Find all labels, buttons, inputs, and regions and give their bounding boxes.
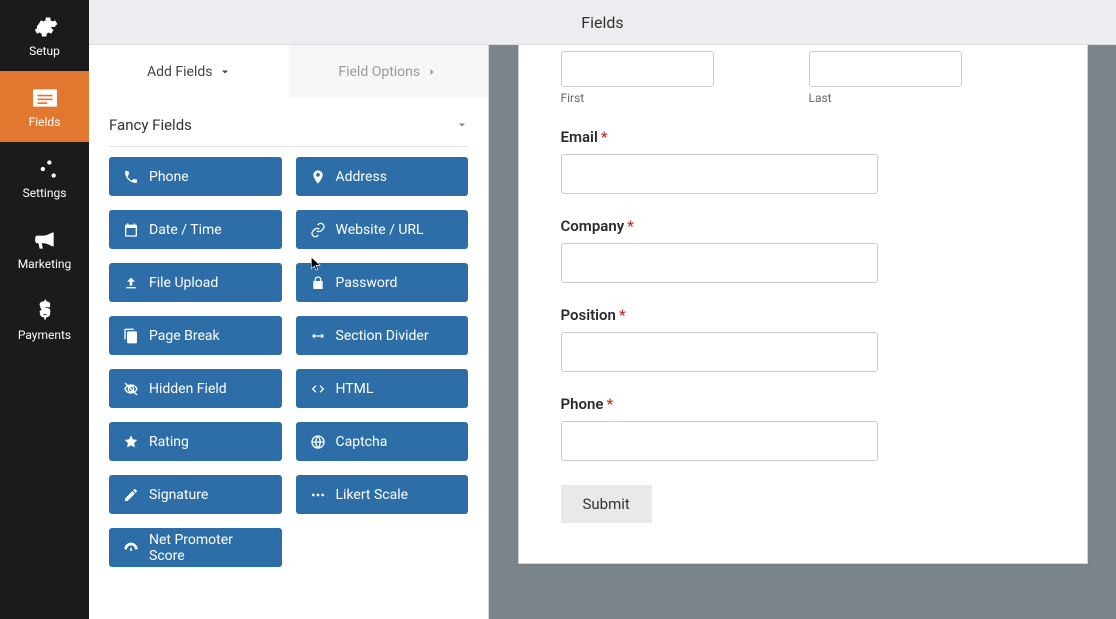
field-label: Company* <box>561 217 634 235</box>
calendar-icon <box>123 222 139 238</box>
nav-label: Fields <box>29 115 61 129</box>
sliders-icon <box>32 156 58 182</box>
section-fancy-fields[interactable]: Fancy Fields <box>109 98 468 147</box>
svg-text:$: $ <box>38 298 50 323</box>
field-label: Hidden Field <box>149 381 227 397</box>
field-label: HTML <box>336 381 374 397</box>
field-signature[interactable]: Signature <box>109 475 282 514</box>
field-file-upload[interactable]: File Upload <box>109 263 282 302</box>
field-label: Email* <box>561 128 608 146</box>
field-html[interactable]: HTML <box>296 369 469 408</box>
submit-button[interactable]: Submit <box>561 485 652 523</box>
field-label: Likert Scale <box>336 487 409 503</box>
field-label: Date / Time <box>149 222 222 238</box>
dots-icon <box>310 487 326 503</box>
field-rating[interactable]: Rating <box>109 422 282 461</box>
nav-label: Marketing <box>18 257 72 271</box>
gear-icon <box>32 14 58 40</box>
field-likert-scale[interactable]: Likert Scale <box>296 475 469 514</box>
field-website-url[interactable]: Website / URL <box>296 210 469 249</box>
nav-item-marketing[interactable]: Marketing <box>0 213 89 284</box>
field-phone[interactable]: Phone <box>109 157 282 196</box>
lock-icon <box>310 275 326 291</box>
nav-item-setup[interactable]: Setup <box>0 0 89 71</box>
star-icon <box>123 434 139 450</box>
position-input[interactable] <box>561 332 878 372</box>
field-net-promoter-score[interactable]: Net Promoter Score <box>109 528 282 567</box>
field-date-time[interactable]: Date / Time <box>109 210 282 249</box>
link-icon <box>310 222 326 238</box>
field-label: File Upload <box>149 275 218 291</box>
map-pin-icon <box>310 169 326 185</box>
field-label: Position* <box>561 306 626 324</box>
globe-icon <box>310 434 326 450</box>
form-field-phone[interactable]: Phone* <box>561 394 1045 461</box>
field-label: Net Promoter Score <box>149 532 268 564</box>
chevron-down-icon <box>456 119 468 131</box>
chevron-down-icon <box>219 66 231 78</box>
email-input[interactable] <box>561 154 878 194</box>
fields-icon <box>32 85 58 111</box>
field-label: Captcha <box>336 434 388 450</box>
form-field-position[interactable]: Position* <box>561 305 1045 372</box>
field-captcha[interactable]: Captcha <box>296 422 469 461</box>
page-title-bar: Fields <box>89 0 1116 45</box>
preview-canvas: First Last Email* Company* <box>489 45 1116 619</box>
field-grid: Phone Address Date / Time Website / <box>109 157 468 567</box>
page-title: Fields <box>581 13 623 32</box>
phone-icon <box>123 169 139 185</box>
gauge-icon <box>123 540 139 556</box>
name-row: First Last <box>561 51 1045 105</box>
code-icon <box>310 381 326 397</box>
phone-input[interactable] <box>561 421 878 461</box>
bullhorn-icon <box>32 227 58 253</box>
nav-label: Settings <box>23 186 67 200</box>
field-label: Website / URL <box>336 222 424 238</box>
nav-item-settings[interactable]: Settings <box>0 142 89 213</box>
field-section-divider[interactable]: Section Divider <box>296 316 469 355</box>
field-label: Password <box>336 275 398 291</box>
field-page-break[interactable]: Page Break <box>109 316 282 355</box>
tab-label: Add Fields <box>147 64 213 80</box>
field-label: Rating <box>149 434 189 450</box>
tab-add-fields[interactable]: Add Fields <box>89 45 289 98</box>
sidebar-nav: Setup Fields Settings Marketing $ Paymen… <box>0 0 89 619</box>
section-title: Fancy Fields <box>109 116 192 134</box>
tab-label: Field Options <box>338 64 420 80</box>
field-hidden-field[interactable]: Hidden Field <box>109 369 282 408</box>
copy-icon <box>123 328 139 344</box>
arrows-h-icon <box>310 328 326 344</box>
field-label: Address <box>336 169 387 185</box>
field-label: Phone* <box>561 395 614 413</box>
last-name-input[interactable] <box>809 51 962 87</box>
dollar-icon: $ <box>32 298 58 324</box>
field-label: Page Break <box>149 328 220 344</box>
chevron-right-icon <box>426 66 438 78</box>
first-sublabel: First <box>561 91 797 105</box>
company-input[interactable] <box>561 243 878 283</box>
nav-label: Payments <box>18 328 71 342</box>
upload-icon <box>123 275 139 291</box>
form-preview[interactable]: First Last Email* Company* <box>518 45 1088 564</box>
form-field-email[interactable]: Email* <box>561 127 1045 194</box>
field-address[interactable]: Address <box>296 157 469 196</box>
field-password[interactable]: Password <box>296 263 469 302</box>
tab-field-options[interactable]: Field Options <box>289 45 489 98</box>
fields-panel: Add Fields Field Options Fancy Fields <box>89 45 489 619</box>
field-label: Phone <box>149 169 189 185</box>
first-name-input[interactable] <box>561 51 714 87</box>
field-label: Section Divider <box>336 328 429 344</box>
field-label: Signature <box>149 487 208 503</box>
nav-item-payments[interactable]: $ Payments <box>0 284 89 355</box>
last-sublabel: Last <box>809 91 1045 105</box>
nav-item-fields[interactable]: Fields <box>0 71 89 142</box>
form-field-company[interactable]: Company* <box>561 216 1045 283</box>
pencil-icon <box>123 487 139 503</box>
nav-label: Setup <box>29 44 60 58</box>
eye-off-icon <box>123 381 139 397</box>
